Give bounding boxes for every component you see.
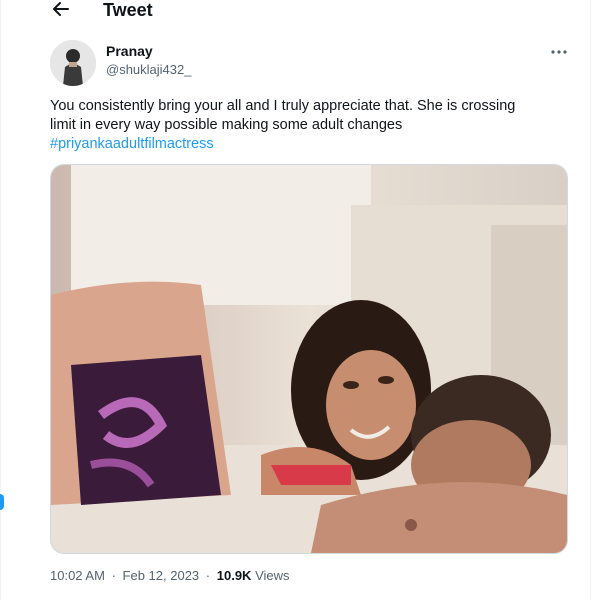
media-photo — [51, 165, 567, 553]
page-header: Tweet — [0, 0, 590, 24]
arrow-left-icon[interactable] — [50, 0, 72, 21]
hashtag-link[interactable]: #priyankaadultfilmactress — [50, 135, 585, 154]
tweet-media-image[interactable] — [50, 164, 568, 554]
tweet-time[interactable]: 10:02 AM — [50, 568, 105, 583]
author-handle[interactable]: @shuklaji432_ — [106, 61, 191, 79]
tweet-date[interactable]: Feb 12, 2023 — [123, 568, 200, 583]
edge-indicator[interactable] — [0, 494, 4, 510]
author-display-name[interactable]: Pranay — [106, 42, 153, 60]
page-title: Tweet — [103, 0, 153, 20]
tweet-text-line: You consistently bring your all and I tr… — [50, 98, 516, 114]
separator-dot: · — [111, 568, 116, 583]
tweet-timestamp: 10:02 AM · Feb 12, 2023 · 10.9K Views — [50, 567, 290, 585]
tweet-text: You consistently bring your all and I tr… — [50, 97, 585, 154]
tweet-text-line: limit in every way possible making some … — [50, 117, 403, 133]
separator-dot: · — [205, 568, 211, 583]
right-column-divider — [590, 0, 591, 600]
ellipsis-icon[interactable] — [548, 42, 570, 58]
avatar[interactable] — [50, 40, 96, 86]
views-label: Views — [255, 568, 290, 583]
left-column-divider — [0, 0, 1, 600]
views-count: 10.9K — [216, 568, 252, 583]
